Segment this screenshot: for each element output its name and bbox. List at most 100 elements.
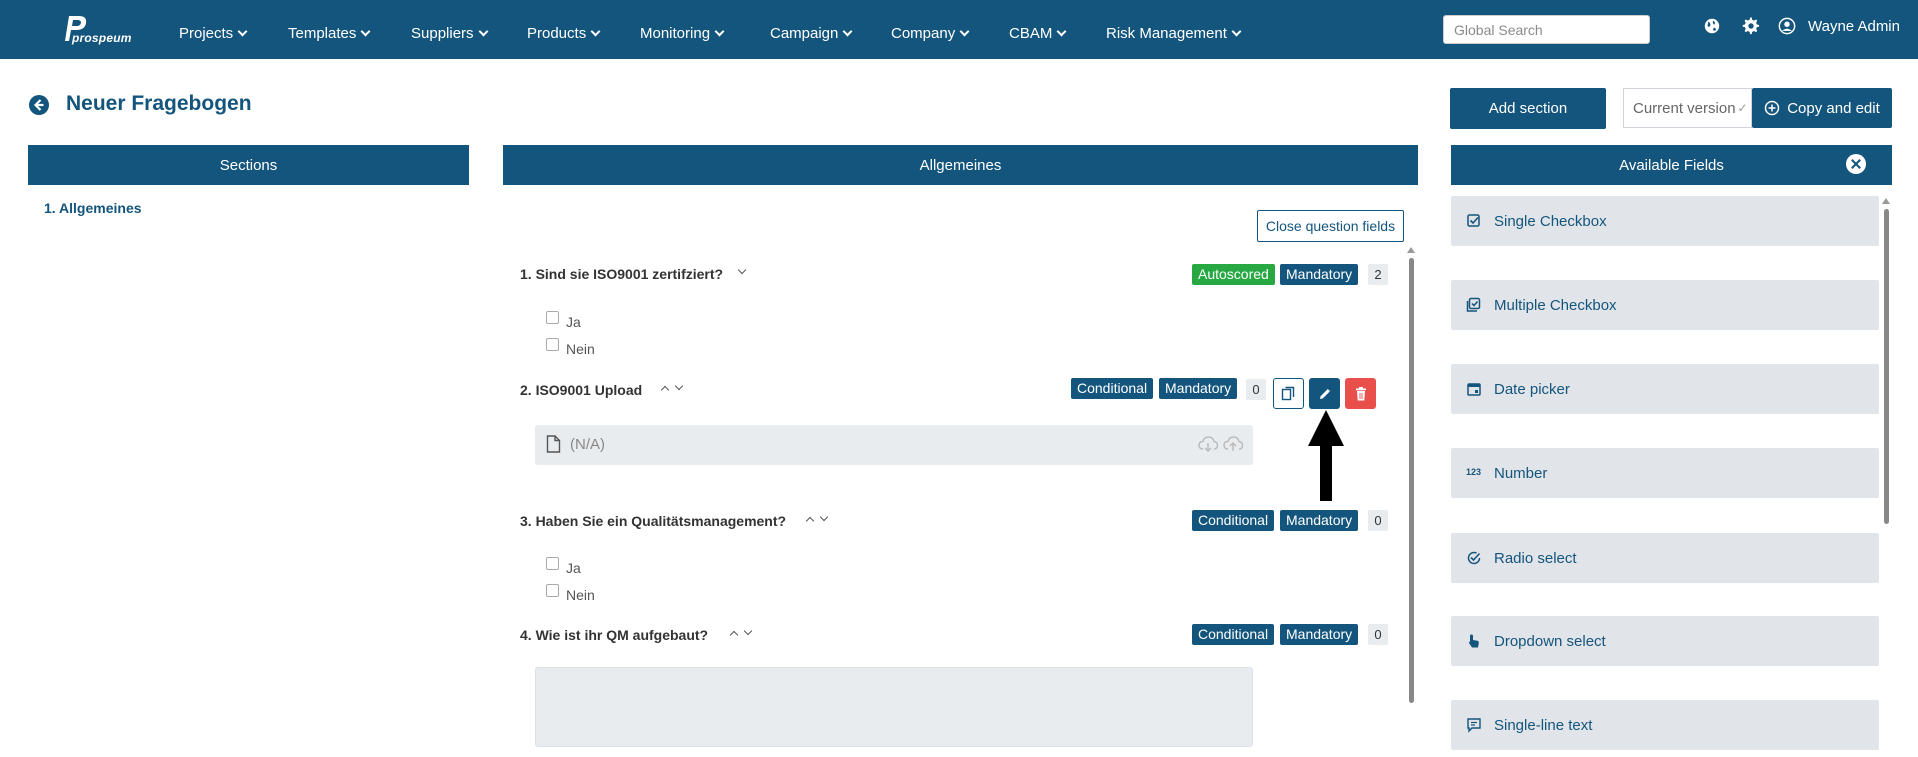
- nav-products[interactable]: Products: [527, 0, 601, 59]
- field-radio-select[interactable]: Radio select: [1451, 533, 1879, 583]
- chevron-up-icon[interactable]: [805, 516, 815, 526]
- nav-label: Projects: [179, 25, 234, 42]
- edit-question-button[interactable]: [1309, 378, 1340, 409]
- section-link-allgemeines[interactable]: 1. Allgemeines: [44, 200, 142, 216]
- section-content-header: Allgemeines: [503, 145, 1418, 185]
- file-icon: [546, 435, 561, 453]
- field-number[interactable]: 123 Number: [1451, 448, 1879, 498]
- arrow-up-annotation-icon: [1308, 410, 1344, 501]
- user-name[interactable]: Wayne Admin: [1808, 0, 1900, 54]
- nav-cbam[interactable]: CBAM: [1009, 0, 1067, 59]
- cloud-download-icon[interactable]: [1197, 433, 1219, 455]
- add-section-label: Add section: [1488, 100, 1568, 117]
- question-2-count: 0: [1246, 379, 1266, 400]
- nav-suppliers[interactable]: Suppliers: [411, 0, 488, 59]
- check-icon: ✓: [1737, 101, 1748, 115]
- field-label: Single-line text: [1494, 716, 1593, 734]
- field-date-picker[interactable]: Date picker: [1451, 364, 1879, 414]
- nav-label: CBAM: [1009, 25, 1053, 42]
- page-title: Neuer Fragebogen: [66, 92, 252, 115]
- nav-risk-management[interactable]: Risk Management: [1106, 0, 1242, 59]
- scroll-up-arrow[interactable]: [1882, 198, 1890, 204]
- field-dropdown-select[interactable]: Dropdown select: [1451, 616, 1879, 666]
- close-fields-panel-icon[interactable]: [1846, 154, 1866, 174]
- option-checkbox[interactable]: [546, 584, 559, 597]
- nav-monitoring[interactable]: Monitoring: [640, 0, 725, 59]
- option-checkbox[interactable]: [546, 338, 559, 351]
- field-label: Radio select: [1494, 549, 1577, 567]
- nav-templates[interactable]: Templates: [288, 0, 371, 59]
- plus-circle-icon: [1764, 100, 1780, 116]
- delete-question-button[interactable]: [1345, 378, 1376, 409]
- top-navbar: prospeum Projects Templates Suppliers Pr…: [0, 0, 1918, 59]
- field-label: Multiple Checkbox: [1494, 296, 1617, 314]
- nav-campaign[interactable]: Campaign: [770, 0, 853, 59]
- nav-projects[interactable]: Projects: [179, 0, 248, 59]
- chevron-down-icon[interactable]: [737, 265, 747, 275]
- file-upload-field[interactable]: (N/A): [535, 425, 1253, 465]
- field-single-checkbox[interactable]: Single Checkbox: [1451, 196, 1879, 246]
- chevron-down-icon: [590, 26, 601, 37]
- close-question-fields-button[interactable]: Close question fields: [1257, 210, 1404, 242]
- prospeum-logo[interactable]: prospeum: [60, 13, 132, 47]
- mandatory-badge: Mandatory: [1159, 378, 1238, 399]
- question-4-title[interactable]: 4. Wie ist ihr QM aufgebaut?: [520, 627, 708, 643]
- question-4-textarea[interactable]: [535, 667, 1253, 747]
- nav-label: Risk Management: [1106, 25, 1227, 42]
- question-2-move[interactable]: [658, 381, 686, 395]
- number-icon: 123: [1466, 467, 1482, 477]
- radio-icon: [1467, 551, 1481, 565]
- chevron-down-icon: [959, 26, 970, 37]
- global-search-input[interactable]: [1443, 15, 1650, 44]
- nav-label: Monitoring: [640, 25, 711, 42]
- gear-icon[interactable]: [1742, 17, 1760, 35]
- add-section-button[interactable]: Add section: [1450, 88, 1606, 129]
- question-3-title[interactable]: 3. Haben Sie ein Qualitätsmanagement?: [520, 513, 786, 529]
- middle-scrollbar-thumb[interactable]: [1409, 258, 1414, 703]
- field-multiple-checkbox[interactable]: Multiple Checkbox: [1451, 280, 1879, 330]
- mandatory-badge: Mandatory: [1280, 510, 1359, 531]
- logo-text: prospeum: [72, 31, 132, 45]
- fields-scrollbar-thumb[interactable]: [1884, 209, 1889, 524]
- nav-label: Company: [891, 25, 956, 42]
- scroll-up-arrow[interactable]: [1407, 247, 1415, 253]
- field-label: Date picker: [1494, 380, 1570, 398]
- field-single-line-text[interactable]: Single-line text: [1451, 700, 1879, 750]
- question-2-title[interactable]: 2. ISO9001 Upload: [520, 382, 642, 398]
- copy-icon: [1281, 386, 1295, 401]
- autoscored-badge: Autoscored: [1192, 264, 1275, 285]
- text-line-icon: [1467, 718, 1481, 733]
- chevron-down-icon[interactable]: [819, 512, 829, 522]
- question-4-move[interactable]: [727, 626, 755, 640]
- question-1-title[interactable]: 1. Sind sie ISO9001 zertifziert?: [520, 266, 723, 282]
- field-label: Dropdown select: [1494, 632, 1606, 650]
- chevron-up-icon[interactable]: [660, 385, 670, 395]
- globe-icon[interactable]: [1703, 17, 1721, 35]
- mandatory-badge: Mandatory: [1280, 264, 1359, 285]
- nav-label: Suppliers: [411, 25, 474, 42]
- nav-company[interactable]: Company: [891, 0, 970, 59]
- question-1-move[interactable]: [735, 265, 749, 278]
- question-3-move[interactable]: [803, 512, 831, 526]
- chevron-down-icon[interactable]: [674, 381, 684, 391]
- back-arrow-icon[interactable]: [28, 94, 50, 116]
- copy-and-edit-button[interactable]: Copy and edit: [1752, 88, 1892, 128]
- nav-label: Products: [527, 25, 587, 42]
- sections-panel-title: Sections: [219, 156, 278, 174]
- pointer-icon: [1468, 634, 1479, 648]
- option-checkbox[interactable]: [546, 311, 559, 324]
- conditional-badge: Conditional: [1192, 624, 1275, 645]
- option-checkbox[interactable]: [546, 557, 559, 570]
- field-label: Number: [1494, 464, 1548, 482]
- checkbox-icon: [1467, 214, 1480, 227]
- version-select[interactable]: Current version ✓: [1623, 88, 1752, 128]
- cloud-upload-icon[interactable]: [1222, 433, 1244, 455]
- user-avatar-icon[interactable]: [1778, 17, 1796, 35]
- available-fields-title: Available Fields: [1619, 156, 1724, 174]
- chevron-down-icon[interactable]: [743, 626, 753, 636]
- close-question-fields-label: Close question fields: [1265, 218, 1396, 234]
- chevron-up-icon[interactable]: [729, 630, 739, 640]
- duplicate-question-button[interactable]: [1273, 378, 1304, 409]
- mandatory-badge: Mandatory: [1280, 624, 1359, 645]
- field-label: Single Checkbox: [1494, 212, 1607, 230]
